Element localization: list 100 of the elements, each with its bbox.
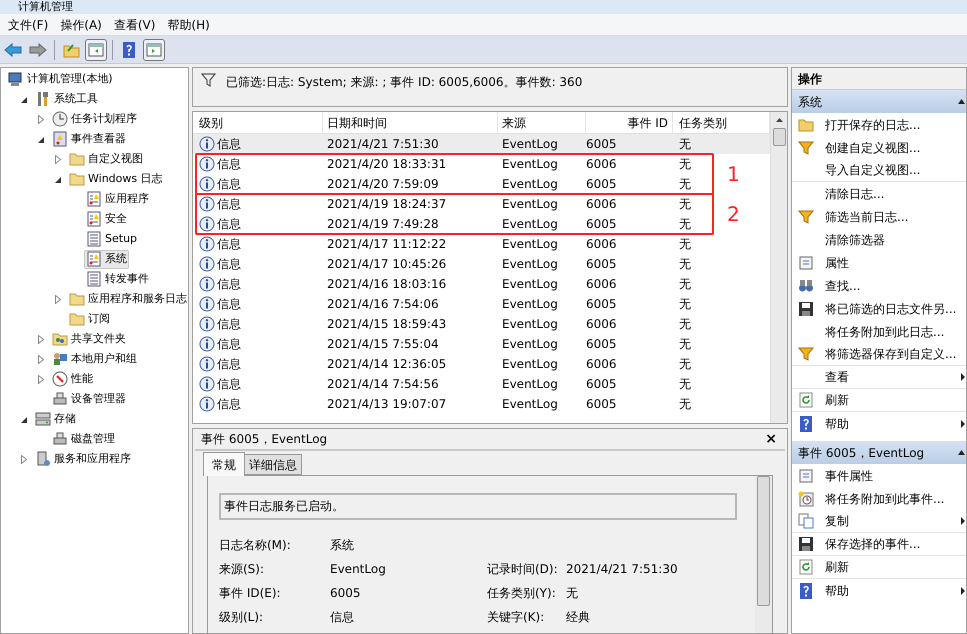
collapsed-arrow-icon[interactable] xyxy=(38,354,44,364)
action-link[interactable]: 帮助 xyxy=(825,582,961,600)
tree-item[interactable]: Setup xyxy=(84,230,140,248)
info-icon xyxy=(199,356,215,372)
computer-icon xyxy=(8,71,24,87)
field-value: 信息 xyxy=(330,609,354,626)
table-cell-text: EventLog xyxy=(502,396,558,413)
tree-item[interactable]: 系统工具 xyxy=(33,90,100,108)
annotation-number: 1 xyxy=(727,163,740,185)
table-cell-text: 信息 xyxy=(217,156,241,173)
tree-item[interactable]: 应用程序 xyxy=(84,190,151,208)
expanded-arrow-icon[interactable] xyxy=(38,136,44,142)
submenu-arrow-icon xyxy=(961,420,965,428)
tree-item[interactable]: 计算机管理(本地) xyxy=(6,70,115,88)
action-link[interactable]: 刷新 xyxy=(825,558,965,576)
tree-item[interactable]: 任务计划程序 xyxy=(50,110,139,128)
tree-item[interactable]: 系统 xyxy=(84,250,129,268)
expanded-arrow-icon[interactable] xyxy=(20,416,28,422)
table-cell-text: 信息 xyxy=(217,376,241,393)
info-icon xyxy=(199,316,215,332)
table-cell-text: 6005 xyxy=(586,336,617,353)
tree-item[interactable]: 自定义视图 xyxy=(67,150,145,168)
scrollbar[interactable] xyxy=(770,112,787,423)
table-cell-text: 6005 xyxy=(586,376,617,393)
action-link[interactable]: 属性 xyxy=(825,254,965,272)
folder-icon xyxy=(798,116,814,132)
action-link[interactable]: 将任务附加到此日志... xyxy=(825,322,965,340)
tree-item[interactable]: 存储 xyxy=(33,410,78,428)
toolbar-button[interactable] xyxy=(143,38,165,60)
action-link[interactable]: 查看 xyxy=(825,368,961,386)
action-link[interactable]: 事件属性 xyxy=(825,466,965,484)
menu-item[interactable]: 帮助(H) xyxy=(161,14,216,34)
action-link[interactable]: 帮助 xyxy=(825,414,961,432)
tree-item[interactable]: 转发事件 xyxy=(84,270,151,288)
tree-item[interactable]: 设备管理器 xyxy=(50,390,128,408)
collapsed-arrow-icon[interactable] xyxy=(38,114,44,124)
filter-icon xyxy=(201,73,216,87)
table-cell-text: 无 xyxy=(679,256,691,273)
close-button[interactable]: × xyxy=(763,432,779,446)
collapsed-arrow-icon[interactable] xyxy=(38,374,44,384)
table-cell-text: 2021/4/13 19:07:07 xyxy=(327,396,446,413)
toolbar-button[interactable] xyxy=(85,38,107,60)
action-link[interactable]: 查找... xyxy=(825,276,965,294)
scroll-thumb[interactable] xyxy=(772,128,786,146)
table-cell-text: 6005 xyxy=(586,136,617,153)
collapsed-arrow-icon[interactable] xyxy=(55,294,61,304)
table-cell-text: 信息 xyxy=(217,176,241,193)
action-link[interactable]: 将筛选器保存到自定义... xyxy=(825,345,965,363)
pane-icon xyxy=(87,40,105,58)
tree-item[interactable]: 共享文件夹 xyxy=(50,330,128,348)
tree-item[interactable]: 本地用户和组 xyxy=(50,350,139,368)
section-header[interactable]: 事件 6005，EventLog xyxy=(792,441,966,464)
action-link[interactable]: 将任务附加到此事件... xyxy=(825,490,965,508)
tree-item[interactable]: 磁盘管理 xyxy=(50,430,117,448)
action-link[interactable]: 保存选择的事件... xyxy=(825,535,965,553)
scroll-thumb[interactable] xyxy=(757,476,770,606)
table-cell-text: 信息 xyxy=(217,336,241,353)
folder-icon xyxy=(69,311,85,327)
selected-row[interactable]: 信息 2021/4/21 7:51:30 EventLog 6005 无 xyxy=(193,134,770,154)
action-link[interactable]: 刷新 xyxy=(825,391,965,409)
table-cell-text: 6006 xyxy=(586,236,617,253)
table-cell-text: EventLog xyxy=(502,276,558,293)
table-cell-text: EventLog xyxy=(502,256,558,273)
expanded-arrow-icon[interactable] xyxy=(20,96,28,102)
action-link[interactable]: 复制 xyxy=(825,512,961,530)
action-link[interactable]: 创建自定义视图... xyxy=(825,138,965,156)
field-value: 6005 xyxy=(330,585,361,602)
tab[interactable]: 详细信息 xyxy=(245,454,302,475)
field-label: 关键字(K): xyxy=(487,609,546,626)
tree-item[interactable]: 服务和应用程序 xyxy=(33,450,133,468)
tab[interactable]: 常规 xyxy=(203,452,245,476)
table-cell-text: EventLog xyxy=(502,236,558,253)
tree-item[interactable]: 订阅 xyxy=(67,310,112,328)
section-header[interactable]: 系统 xyxy=(792,90,966,113)
table-cell-text: 无 xyxy=(679,356,691,373)
action-link[interactable]: 清除日志... xyxy=(825,184,965,202)
table-cell-text: 信息 xyxy=(217,356,241,373)
collapsed-arrow-icon[interactable] xyxy=(55,154,61,164)
tree-item[interactable]: Windows 日志 xyxy=(67,170,165,188)
action-link[interactable]: 清除筛选器 xyxy=(825,230,965,248)
tree-item[interactable]: 事件查看器 xyxy=(50,130,128,148)
scrollbar[interactable] xyxy=(755,476,772,633)
collapsed-arrow-icon[interactable] xyxy=(21,454,27,464)
expanded-arrow-icon[interactable] xyxy=(54,176,62,182)
action-link[interactable]: 导入自定义视图... xyxy=(825,161,965,179)
action-link[interactable]: 筛选当前日志... xyxy=(825,208,965,226)
menu-item[interactable]: 文件(F) xyxy=(2,14,54,34)
action-link[interactable]: 将已筛选的日志文件另... xyxy=(825,300,965,318)
message-box: 事件日志服务已启动。 xyxy=(219,493,737,520)
table-cell-text: 6006 xyxy=(586,356,617,373)
menu-item[interactable]: 操作(A) xyxy=(54,14,108,34)
tree-item[interactable]: 应用程序和服务日志 xyxy=(67,290,188,308)
tree-item[interactable]: 性能 xyxy=(50,370,95,388)
tree-item[interactable]: 安全 xyxy=(84,210,129,228)
field-value: 系统 xyxy=(330,537,354,554)
collapsed-arrow-icon[interactable] xyxy=(38,334,44,344)
menu-item[interactable]: 查看(V) xyxy=(108,14,162,34)
log-icon xyxy=(86,231,102,247)
action-link[interactable]: 打开保存的日志... xyxy=(825,116,965,134)
forward-arrow-icon xyxy=(29,40,47,58)
